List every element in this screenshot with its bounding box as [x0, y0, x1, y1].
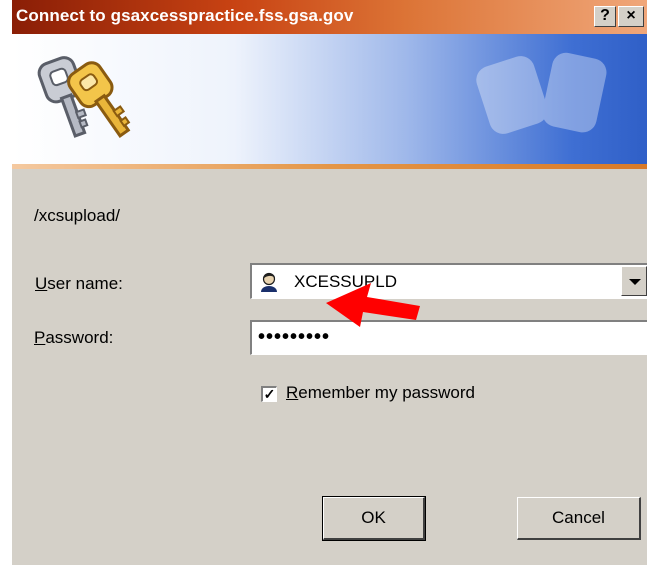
password-mnemonic: P [34, 328, 46, 347]
keys-icon [37, 56, 131, 138]
close-button[interactable]: × [618, 6, 644, 27]
user-name-combobox[interactable]: XCESSUPLD [250, 263, 647, 299]
remember-label-text: emember my password [298, 383, 475, 402]
window-title: Connect to gsaxcesspractice.fss.gsa.gov [16, 6, 354, 25]
ok-button[interactable]: OK [322, 496, 426, 541]
dropdown-arrow-icon[interactable] [621, 266, 647, 296]
password-field[interactable]: ••••••••• [250, 320, 647, 355]
login-dialog: Connect to gsaxcesspractice.fss.gsa.gov … [11, 0, 647, 565]
password-label: Password: [34, 328, 113, 348]
password-mask: ••••••••• [258, 326, 331, 348]
remember-password-checkbox[interactable]: ✓ [261, 386, 277, 402]
user-icon [258, 271, 280, 293]
user-name-label-text: ser name: [47, 274, 123, 293]
realm-path: /xcsupload/ [34, 206, 120, 225]
cancel-button[interactable]: Cancel [517, 497, 641, 540]
banner-divider [12, 164, 647, 169]
password-label-text: assword: [45, 328, 114, 347]
user-name-label: User name: [35, 274, 123, 294]
dialog-banner [12, 34, 647, 168]
title-bar[interactable]: Connect to gsaxcesspractice.fss.gsa.gov … [12, 0, 647, 34]
user-name-value: XCESSUPLD [294, 272, 397, 291]
remember-mnemonic: R [286, 383, 299, 402]
user-name-mnemonic: U [35, 274, 48, 293]
remember-password-label[interactable]: Remember my password [286, 383, 475, 403]
help-button[interactable]: ? [594, 6, 616, 27]
keys-watermark-icon [476, 52, 607, 134]
